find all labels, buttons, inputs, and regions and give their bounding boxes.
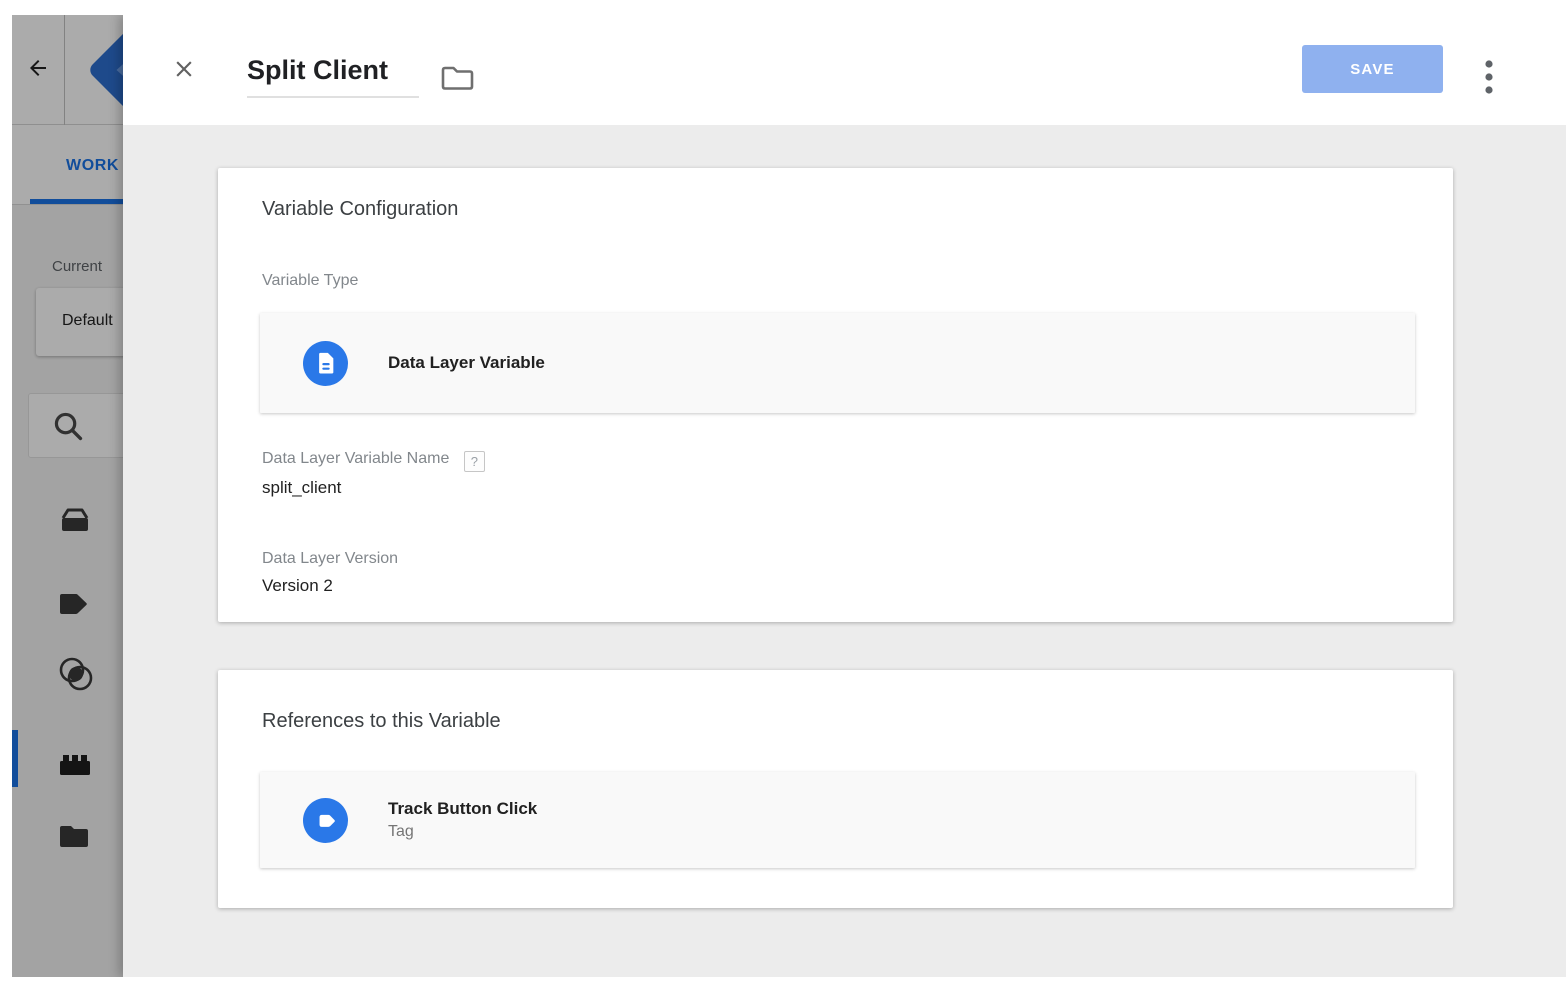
dlv-version-label: Data Layer Version <box>262 550 398 568</box>
reference-name: Track Button Click <box>388 799 537 819</box>
overflow-menu-button[interactable] <box>1475 53 1503 105</box>
gtm-app-window: WORK Current Default <box>12 15 1566 977</box>
variable-type-value: Data Layer Variable <box>388 353 545 373</box>
card-heading: References to this Variable <box>262 710 501 733</box>
variable-configuration-card: Variable Configuration Variable Type Dat… <box>218 168 1453 622</box>
variable-type-row[interactable]: Data Layer Variable <box>260 313 1415 413</box>
dlv-name-label-row: Data Layer Variable Name ? <box>262 450 485 472</box>
folder-outline-icon <box>439 63 476 98</box>
dialog-header: Split Client SAVE <box>123 15 1566 125</box>
dlv-version-value: Version 2 <box>262 576 333 596</box>
modal-backdrop <box>12 15 123 977</box>
help-badge[interactable]: ? <box>464 451 485 472</box>
move-to-folder-button[interactable] <box>437 63 477 97</box>
reference-type: Tag <box>388 823 537 841</box>
close-icon <box>171 56 197 87</box>
data-layer-variable-icon <box>303 341 348 386</box>
tag-reference-icon <box>303 798 348 843</box>
save-button[interactable]: SAVE <box>1302 45 1443 93</box>
three-dot-menu-icon <box>1485 60 1493 99</box>
variable-title-input[interactable]: Split Client <box>247 55 419 98</box>
references-card: References to this Variable Track Button… <box>218 670 1453 908</box>
dlv-name-value: split_client <box>262 478 341 498</box>
dlv-name-label: Data Layer Variable Name <box>262 450 449 467</box>
variable-type-label: Variable Type <box>262 272 358 290</box>
card-heading: Variable Configuration <box>262 198 458 221</box>
reference-row[interactable]: Track Button Click Tag <box>260 772 1415 868</box>
close-button[interactable] <box>168 55 200 87</box>
variable-editor-dialog: Split Client SAVE Variable Configuration… <box>123 15 1566 977</box>
